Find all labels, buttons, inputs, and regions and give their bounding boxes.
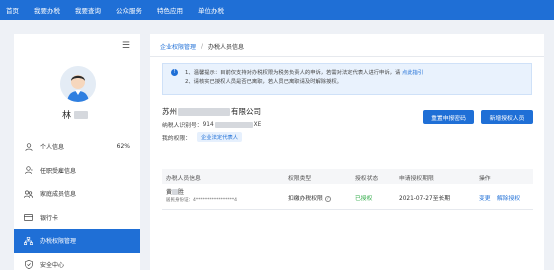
company-name: 苏州 有限公司 xyxy=(162,107,261,116)
notice-line-1: 1、温馨提示：目前仅支持对办税权限为税务负责人的申诉，若需对法定代表人进行申诉，… xyxy=(185,70,424,76)
user-badge-icon xyxy=(24,166,33,175)
help-icon[interactable]: ? xyxy=(324,195,331,202)
permission-type: 扣缴办税权限? xyxy=(288,195,331,202)
tax-id: 纳税人识别号： 914 XE xyxy=(162,121,262,129)
sidebar: ☰ 林 个人信息 62% 任职受雇信息 家庭成员信息 银行卡 办税权限管理 安全… xyxy=(14,34,140,270)
add-authorized-button[interactable]: 新增授权人员 xyxy=(481,110,533,124)
main-panel: 企业权限管理 / 办税人员信息 ! 1、温馨提示：目前仅支持对办税权限为税务负责… xyxy=(150,34,544,270)
shield-icon xyxy=(24,259,33,269)
table-header: 办税人员信息 权限类型 授权状态 申请授权期限 操作 xyxy=(162,169,533,184)
avatar xyxy=(60,66,96,102)
table-row: 黄胜 居民身份证：4*****************4 扣缴办税权限? 已授权… xyxy=(162,184,533,210)
reset-password-button[interactable]: 重置申报密码 xyxy=(423,110,474,124)
breadcrumb-separator-icon: / xyxy=(201,43,204,50)
person-name: 黄胜 xyxy=(166,188,185,196)
nav-tax[interactable]: 我要办税 xyxy=(34,5,60,15)
person-id: 居民身份证：4*****************4 xyxy=(166,198,237,203)
sidebar-item-security[interactable]: 安全中心 xyxy=(14,253,140,270)
change-link[interactable]: 变更 xyxy=(479,193,491,202)
nav-query[interactable]: 我要查询 xyxy=(75,5,101,15)
role-tag: 企业法定代表人 xyxy=(197,132,243,142)
sidebar-item-family[interactable]: 家庭成员信息 xyxy=(14,182,140,206)
notice-box: ! 1、温馨提示：目前仅支持对办税权限为税务负责人的申诉，若需对法定代表人进行申… xyxy=(162,63,532,95)
breadcrumb: 企业权限管理 / 办税人员信息 xyxy=(160,42,244,51)
guide-link[interactable]: 点此指引 xyxy=(402,70,423,76)
breadcrumb-root[interactable]: 企业权限管理 xyxy=(160,42,196,51)
sidebar-item-bank-card[interactable]: 银行卡 xyxy=(14,206,140,230)
nav-home[interactable]: 首页 xyxy=(6,5,19,15)
card-icon xyxy=(24,213,33,222)
col-status: 授权状态 xyxy=(355,176,379,182)
sidebar-item-employment[interactable]: 任职受雇信息 xyxy=(14,159,140,183)
menu-icon[interactable]: ☰ xyxy=(122,41,130,51)
col-person: 办税人员信息 xyxy=(166,176,201,182)
status-badge: 已授权 xyxy=(355,196,373,202)
nav-features[interactable]: 特色应用 xyxy=(157,5,183,15)
auth-period: 2021-07-27至长期 xyxy=(399,196,451,202)
notice-line-2: 2、请核实已授权人员是否已离职，若人员已离职请及时解除授权。 xyxy=(185,79,342,85)
nav-company[interactable]: 单位办税 xyxy=(198,5,224,15)
top-nav: 首页 我要办税 我要查询 公众服务 特色应用 单位办税 xyxy=(0,0,554,20)
family-icon xyxy=(24,189,33,198)
col-actions: 操作 xyxy=(479,176,491,182)
sidebar-item-personal-info[interactable]: 个人信息 62% xyxy=(14,135,140,159)
profile-completion: 62% xyxy=(116,143,130,151)
nav-public[interactable]: 公众服务 xyxy=(116,5,142,15)
user-icon xyxy=(24,142,33,151)
col-period: 申请授权期限 xyxy=(399,176,434,182)
info-icon: ! xyxy=(171,69,178,76)
breadcrumb-current: 办税人员信息 xyxy=(208,44,245,51)
org-icon xyxy=(24,236,33,245)
revoke-link[interactable]: 解除授权 xyxy=(497,193,520,202)
my-permission: 我的权限： 企业法定代表人 xyxy=(162,132,243,142)
user-name: 林 xyxy=(62,108,89,121)
col-permission: 权限类型 xyxy=(288,176,312,182)
sidebar-item-permission-mgmt[interactable]: 办税权限管理 xyxy=(14,229,140,253)
divider xyxy=(150,56,544,57)
